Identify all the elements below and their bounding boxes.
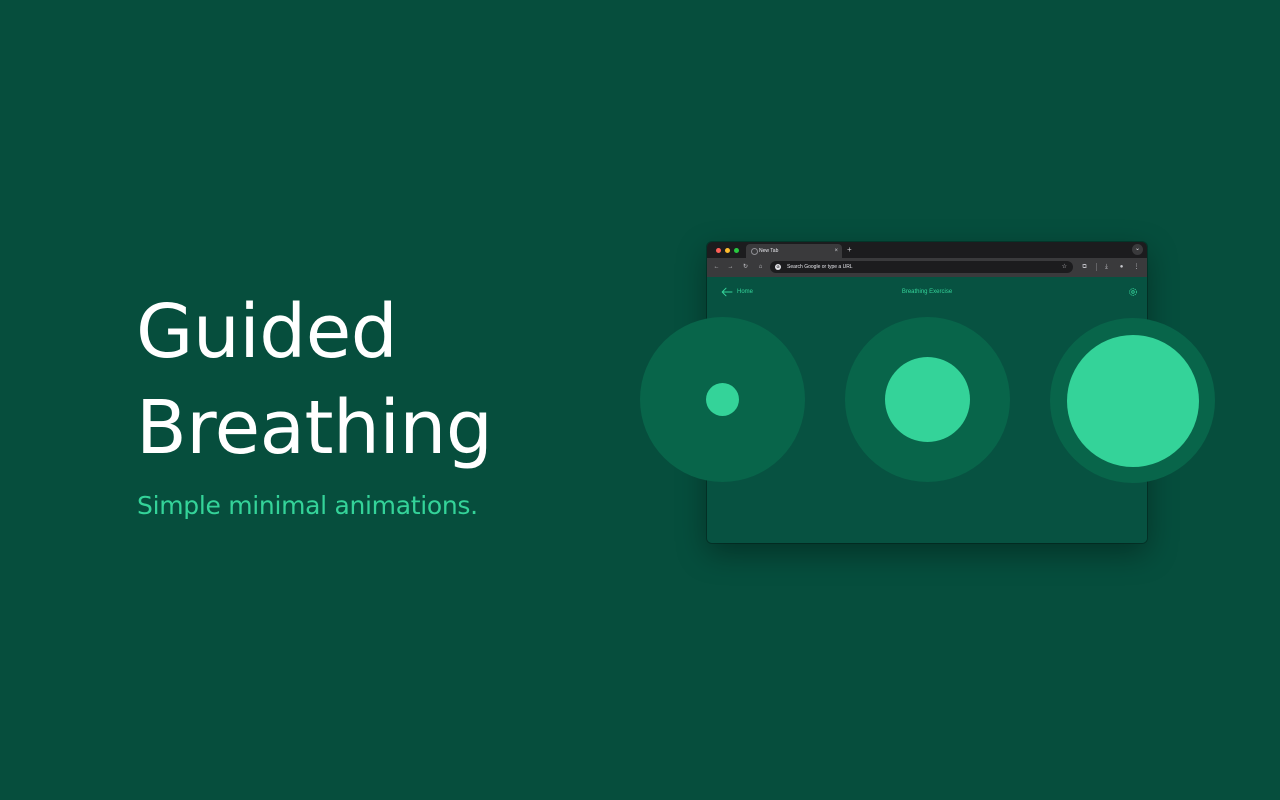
breathing-core-small <box>706 383 739 416</box>
settings-gear-icon[interactable] <box>1128 287 1138 297</box>
google-icon: G <box>775 264 781 270</box>
page-title: Breathing Exercise <box>901 289 953 295</box>
breathing-core-medium <box>884 356 971 443</box>
breathing-core-large <box>1066 334 1199 467</box>
tab-search-button[interactable]: ⌄ <box>1132 244 1143 255</box>
new-tab-button[interactable]: + <box>847 244 852 256</box>
close-window-button[interactable] <box>716 248 721 253</box>
tab-close-icon[interactable]: × <box>834 246 838 256</box>
home-icon[interactable]: ⌂ <box>756 261 765 273</box>
address-bar-placeholder: Search Google or type a URL <box>787 264 853 270</box>
toolbar-divider <box>1096 263 1097 271</box>
tab-title: New Tab <box>759 248 779 254</box>
hero-title: Guided Breathing <box>136 284 493 476</box>
download-icon[interactable]: ⤓ <box>1102 261 1111 273</box>
breathing-circle-medium <box>845 317 1010 482</box>
browser-menu-icon[interactable]: ⋮ <box>1132 261 1141 273</box>
reload-icon[interactable]: ↻ <box>741 261 750 273</box>
breathing-circle-large <box>1050 318 1215 483</box>
browser-toolbar: ← → ↻ ⌂ G Search Google or type a URL ☆ … <box>707 258 1147 277</box>
extensions-icon[interactable]: ⧉ <box>1080 261 1089 273</box>
tab-favicon-icon <box>751 248 758 255</box>
back-arrow-icon[interactable]: ← <box>712 261 721 273</box>
minimize-window-button[interactable] <box>725 248 730 253</box>
bookmark-star-icon[interactable]: ☆ <box>1062 261 1067 273</box>
profile-icon[interactable]: ● <box>1117 261 1126 273</box>
address-bar[interactable]: G Search Google or type a URL ☆ <box>770 261 1073 273</box>
tab-strip: New Tab × + ⌄ <box>707 242 1147 258</box>
hero-title-line-1: Guided <box>136 289 398 375</box>
breathing-circle-small <box>640 317 805 482</box>
hero-title-line-2: Breathing <box>136 385 493 471</box>
maximize-window-button[interactable] <box>734 248 739 253</box>
forward-arrow-icon[interactable]: → <box>726 261 735 273</box>
tab-new-tab[interactable]: New Tab × <box>746 244 842 258</box>
hero-subtitle: Simple minimal animations. <box>137 491 478 520</box>
